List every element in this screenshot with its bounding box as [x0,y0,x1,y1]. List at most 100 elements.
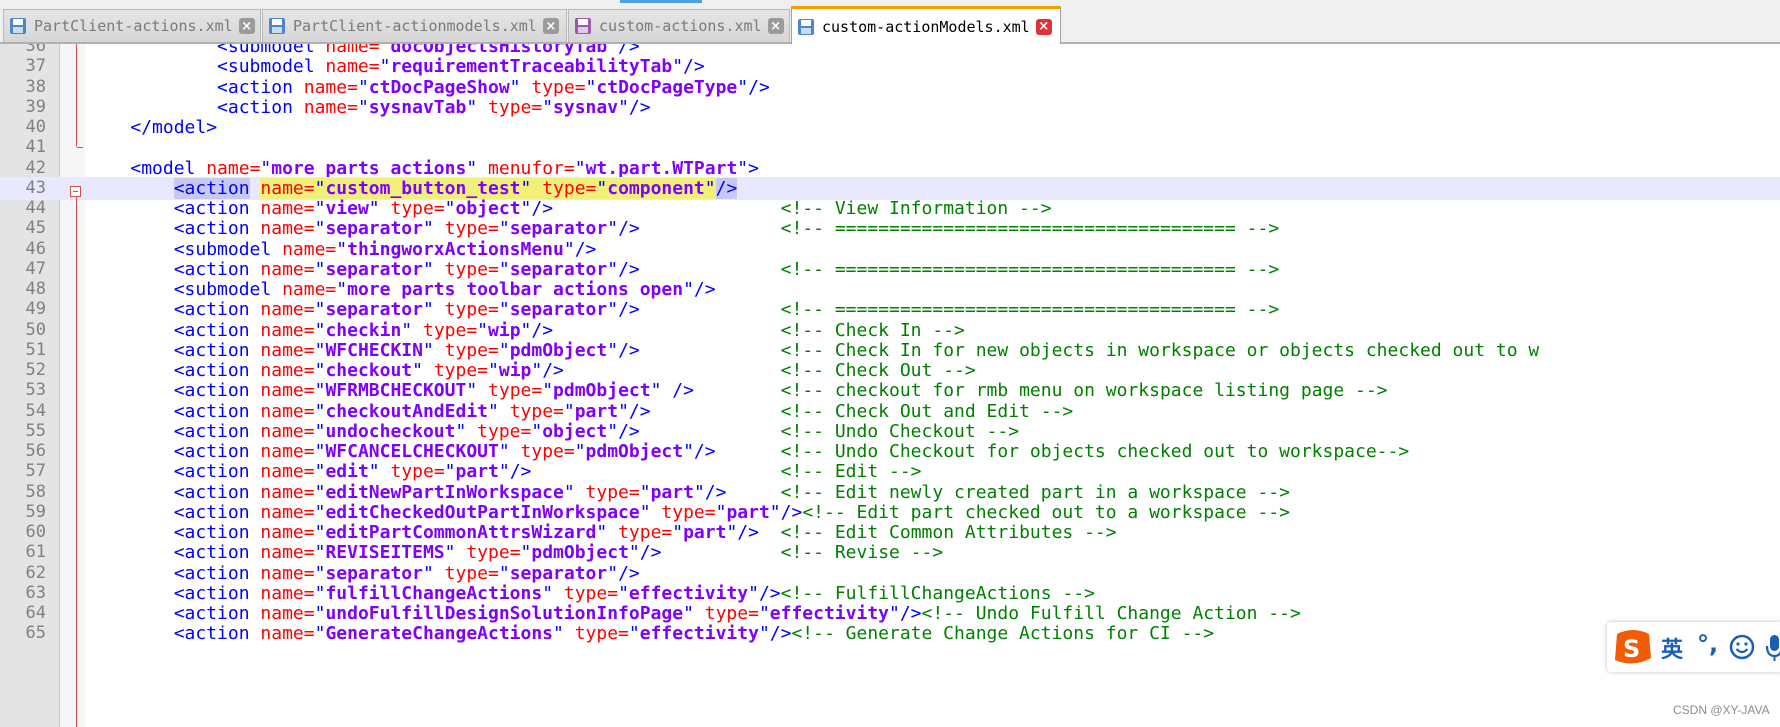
tabbar-accent [620,0,702,3]
xml-tag: <action [173,339,261,361]
ime-language-label[interactable]: 英 [1661,632,1683,664]
xml-tag: "/> [607,258,640,280]
xml-value: requirementTraceabilityTab [390,56,673,78]
xml-comment: <!-- Undo Fulfill Change Action --> [921,603,1301,624]
fold-collapse-icon[interactable] [70,186,81,197]
xml-value: checkin [325,319,402,341]
xml-tag: "/> [607,562,640,584]
xml-tag: <action [173,258,261,280]
xml-tag: " [422,339,445,361]
xml-tag: " [368,461,391,483]
tab-custom-actionmodels[interactable]: custom-actionModels.xml × [791,6,1061,44]
xml-tag: <action [173,582,261,604]
xml-tag-highlighted: " [314,177,326,199]
tab-partclient-actions[interactable]: PartClient-actions.xml × [3,9,261,42]
ime-punctuation-label[interactable]: °, [1697,630,1718,658]
tab-custom-actions[interactable]: custom-actions.xml × [568,9,790,42]
xml-tag: <action [173,562,261,584]
xml-value: part [683,522,727,543]
tab-close-icon[interactable]: × [1035,18,1052,35]
xml-tag: "/> [758,623,792,645]
xml-tag: "/> [618,96,651,118]
xml-tag: "> [737,157,759,179]
xml-tag: " [542,96,554,118]
xml-tag: " [422,299,445,321]
xml-value: more parts actions [271,157,467,179]
xml-attribute: type= [488,380,543,402]
microphone-icon[interactable] [1765,634,1780,662]
ime-toolbar[interactable]: S 英 °, [1607,622,1780,672]
xml-value: separator [509,258,608,280]
xml-tag: "/> [531,360,564,381]
xml-tag: " [498,258,510,280]
xml-attribute: type= [531,76,586,98]
xml-value: part [455,461,499,483]
xml-value: separator [509,562,608,584]
sogou-logo-icon[interactable]: S [1611,628,1655,668]
xml-tag: " [260,157,272,179]
xml-tag: "/> [693,481,727,503]
xml-tag: <action [173,542,261,564]
xml-attribute: type= [390,461,445,483]
xml-value: undocheckout [325,420,456,442]
xml-tag [250,178,261,199]
xml-tag: " [758,603,770,624]
xml-tag: " [563,400,575,422]
xml-tag: <action [173,198,261,219]
xml-tag: "/> [563,238,597,260]
xml-attribute: name= [260,339,315,361]
tab-partclient-actionmodels[interactable]: PartClient-actionmodels.xml × [262,9,567,42]
tab-label: PartClient-actions.xml [34,17,233,35]
xml-comment: <!-- Check Out --> [780,360,976,381]
xml-value: undoFulfillDesignSolutionInfoPage [325,603,684,624]
xml-comment: <!-- ===================================… [780,258,1280,280]
xml-tag: "/> [748,582,781,604]
xml-tag: " [422,258,445,280]
xml-tag: <action [173,360,261,381]
xml-tag: " [574,441,586,462]
xml-attribute: type= [444,299,499,321]
xml-attribute: type= [444,218,499,240]
xml-attribute: name= [260,218,315,240]
xml-attribute: type= [520,441,575,462]
save-file-icon [575,18,591,34]
xml-comment: <!-- Undo Checkout --> [780,420,1020,442]
xml-tag: "/> [769,501,803,523]
xml-tag: " [520,542,532,564]
xml-tag: <submodel [173,279,283,300]
code-text: <action name="GenerateChangeActions" typ… [87,622,1214,645]
tab-close-icon[interactable]: × [238,18,255,34]
xml-tag: </model> [130,117,218,138]
code-editor[interactable]: 36 <submodel name="docObjectsHistoryTab"… [0,44,1780,727]
xml-comment: <!-- FulfillChangeActions --> [780,582,1095,604]
xml-tag: " [412,360,434,381]
xml-value-highlighted: custom_button_test [325,177,521,199]
tab-close-icon[interactable]: × [542,18,559,34]
xml-tag: " [314,461,326,483]
xml-attribute: type= [618,522,673,543]
xml-attribute-highlighted: name= [260,177,315,199]
xml-tag: "/> [683,441,716,462]
xml-tag: " [444,542,467,564]
xml-value: WFRMBCHECKOUT [325,380,467,402]
xml-tag: " [314,603,326,624]
xml-tag: " [422,218,445,240]
xml-attribute: name= [260,198,315,219]
smiley-icon[interactable] [1729,634,1755,660]
xml-comment: <!-- ===================================… [780,299,1280,321]
xml-attribute: name= [260,481,315,503]
xml-tag: <action [173,603,261,624]
code-line[interactable]: 65 <action name="GenerateChangeActions" … [0,622,1780,645]
xml-tag: <action [173,400,261,422]
xml-tag: "/> [520,198,554,219]
tab-close-icon[interactable]: × [767,18,784,34]
